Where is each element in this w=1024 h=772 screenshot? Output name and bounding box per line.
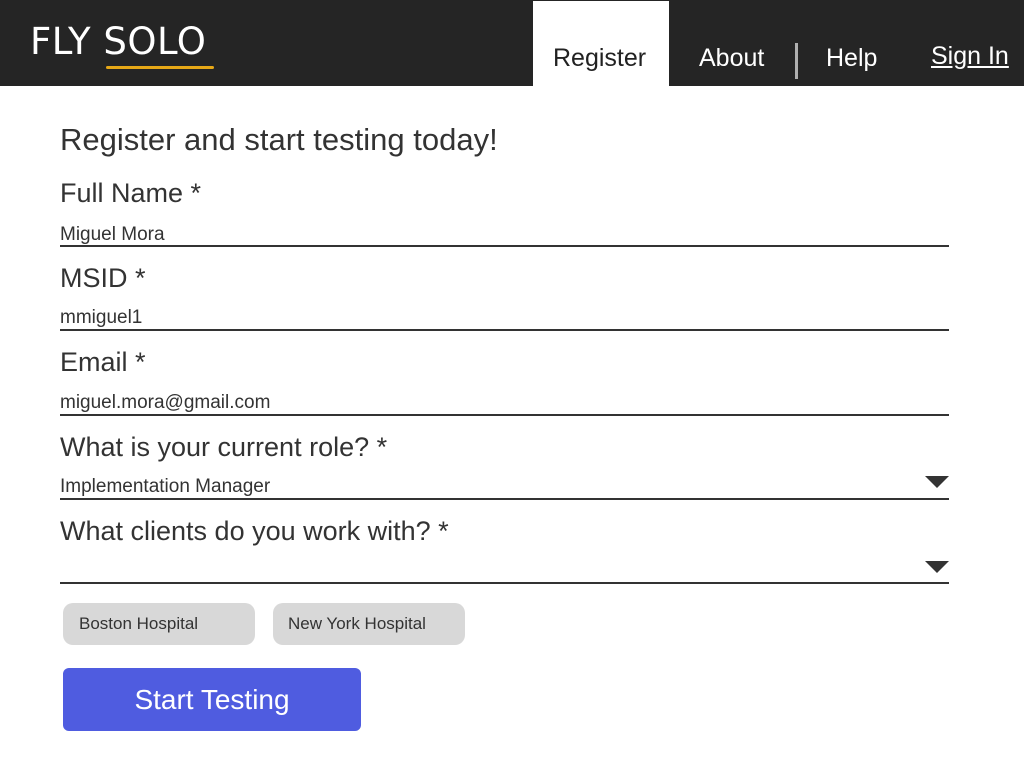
full-name-underline — [60, 245, 949, 247]
fly-solo-logo[interactable]: FLY SOLO — [30, 20, 214, 70]
msid-label: MSID * — [60, 263, 146, 293]
email-label: Email * — [60, 347, 146, 377]
sign-in-link[interactable]: Sign In — [931, 40, 1009, 72]
clients-label: What clients do you work with? * — [60, 516, 449, 546]
role-label: What is your current role? * — [60, 432, 388, 462]
client-chip-boston-hospital[interactable]: Boston Hospital — [63, 603, 255, 645]
msid-underline — [60, 329, 949, 331]
logo-text: FLY SOLO — [30, 20, 207, 63]
page-title: Register and start testing today! — [60, 122, 498, 157]
msid-input[interactable] — [60, 306, 920, 330]
clients-underline — [60, 582, 949, 584]
full-name-input[interactable] — [60, 223, 920, 247]
start-testing-button[interactable]: Start Testing — [63, 668, 361, 731]
tab-help[interactable]: Help — [826, 42, 877, 74]
logo-underline — [106, 66, 214, 69]
full-name-label: Full Name * — [60, 178, 202, 208]
role-select[interactable]: Implementation Manager — [60, 475, 920, 499]
clients-dropdown-arrow-icon[interactable] — [925, 561, 949, 573]
tab-register[interactable]: Register — [553, 42, 646, 74]
top-header: FLY SOLO Register About Help Sign In — [0, 0, 1024, 86]
role-underline — [60, 498, 949, 500]
clients-select[interactable] — [60, 557, 920, 581]
email-input[interactable] — [60, 391, 920, 415]
email-underline — [60, 414, 949, 416]
client-chip-new-york-hospital[interactable]: New York Hospital — [273, 603, 465, 645]
tab-about[interactable]: About — [699, 42, 764, 74]
role-dropdown-arrow-icon[interactable] — [925, 476, 949, 488]
nav-divider — [795, 43, 798, 79]
